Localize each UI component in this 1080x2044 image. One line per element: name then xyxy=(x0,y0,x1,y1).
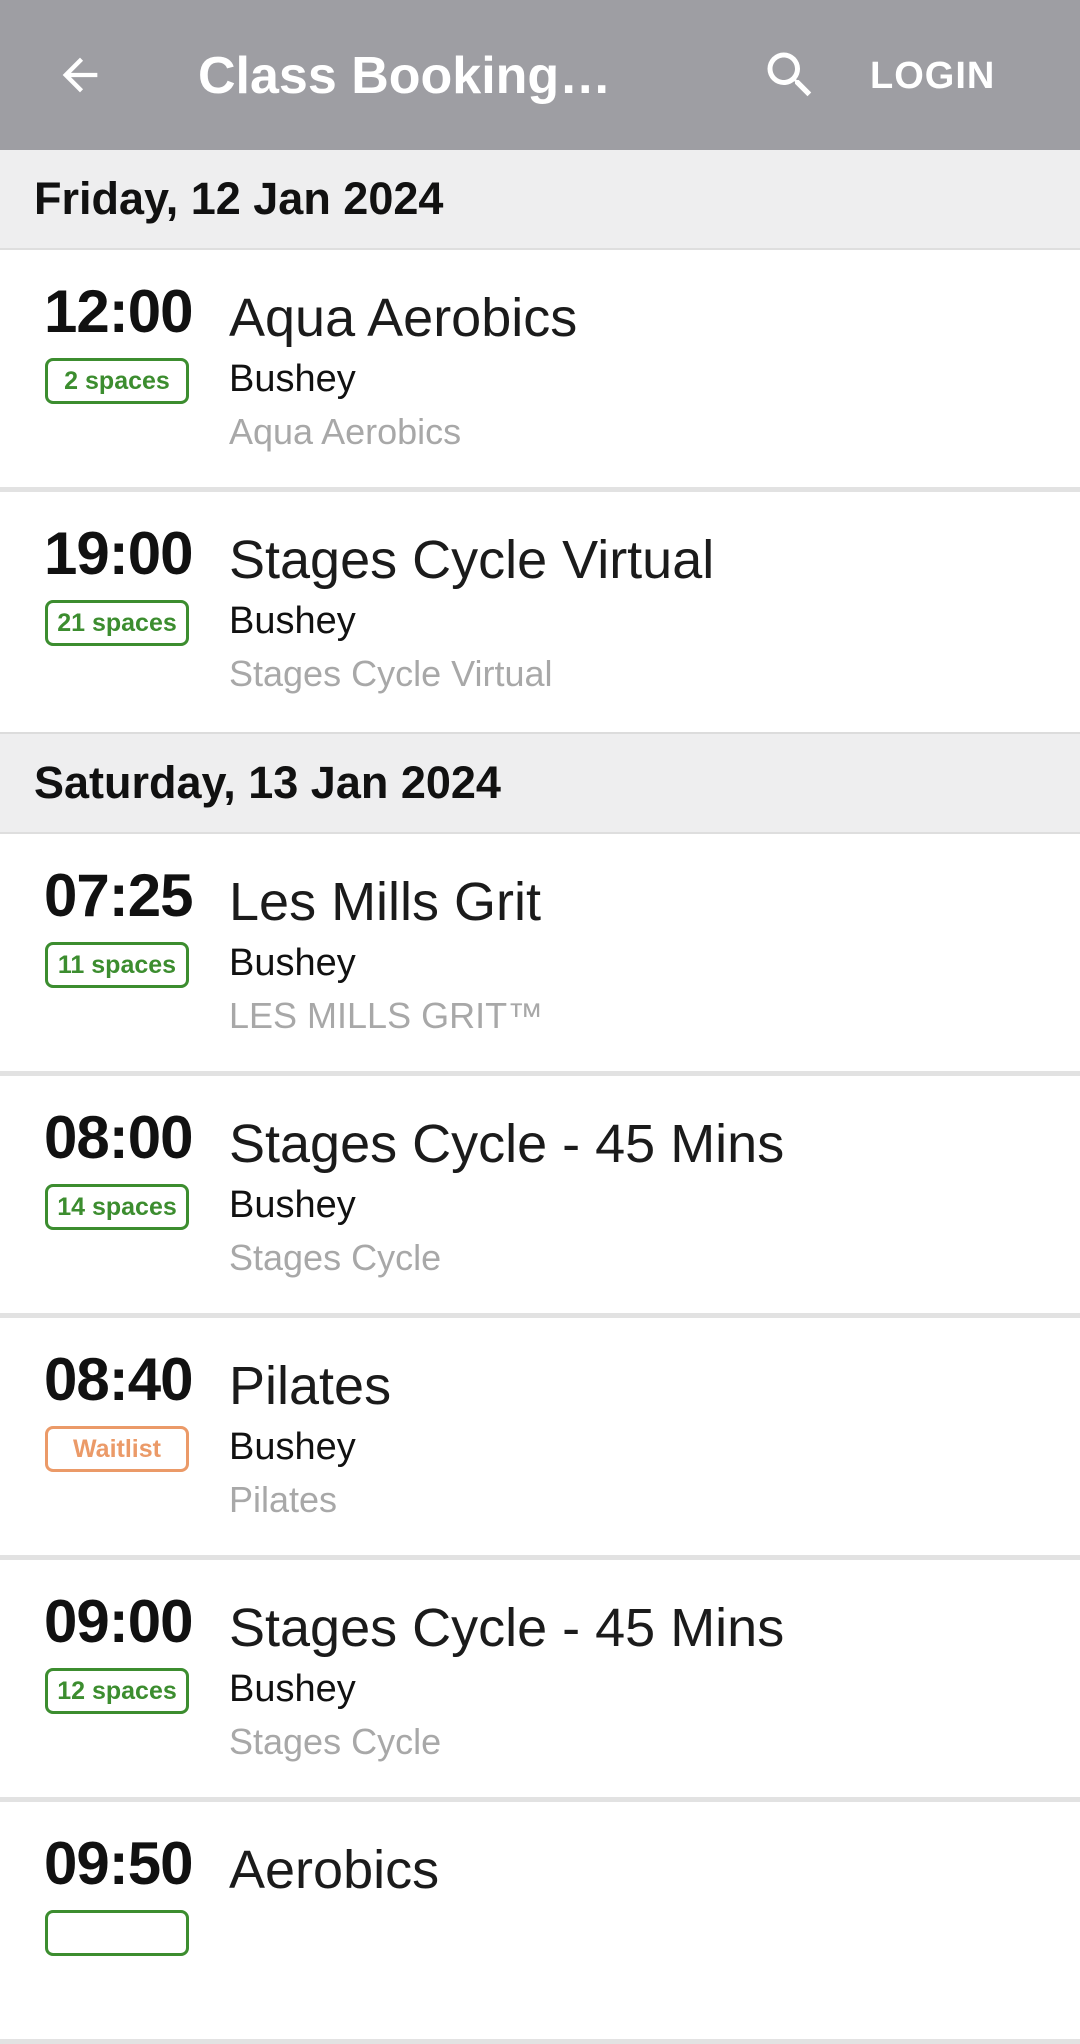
class-name: Aqua Aerobics xyxy=(229,288,578,348)
class-location: Bushey xyxy=(229,1184,356,1226)
class-category: Stages Cycle Virtual xyxy=(229,653,553,694)
class-item[interactable]: 08:40 Waitlist Pilates Bushey Pilates xyxy=(0,1318,1080,1560)
search-button[interactable] xyxy=(755,40,825,110)
day-header: Friday, 12 Jan 2024 xyxy=(0,150,1080,250)
spaces-badge: 21 spaces xyxy=(45,600,189,646)
class-category: Pilates xyxy=(229,1479,338,1520)
class-category: Stages Cycle xyxy=(229,1721,442,1762)
class-name: Pilates xyxy=(229,1356,392,1416)
class-item[interactable]: 12:00 2 spaces Aqua Aerobics Bushey Aqua… xyxy=(0,250,1080,492)
arrow-left-icon xyxy=(62,57,98,93)
class-list: Friday, 12 Jan 2024 12:00 2 spaces Aqua … xyxy=(0,150,1080,2044)
spaces-badge: 11 spaces xyxy=(45,942,189,988)
spaces-badge xyxy=(45,1910,189,1956)
class-name: Les Mills Grit xyxy=(229,872,542,932)
class-category: LES MILLS GRIT™ xyxy=(229,995,544,1036)
class-name: Stages Cycle Virtual xyxy=(229,530,715,590)
spaces-badge: 12 spaces xyxy=(45,1668,189,1714)
class-location: Bushey xyxy=(229,942,356,984)
waitlist-badge: Waitlist xyxy=(45,1426,189,1472)
class-name: Stages Cycle - 45 Mins xyxy=(229,1114,785,1174)
class-location: Bushey xyxy=(229,1426,356,1468)
class-name: Stages Cycle - 45 Mins xyxy=(229,1598,785,1658)
back-button[interactable] xyxy=(48,43,112,107)
class-time: 09:00 xyxy=(44,1588,193,1655)
spaces-badge: 14 spaces xyxy=(45,1184,189,1230)
class-location: Bushey xyxy=(229,358,356,400)
class-name: Aerobics xyxy=(229,1840,440,1900)
class-location: Bushey xyxy=(229,1668,356,1710)
spaces-badge: 2 spaces xyxy=(45,358,189,404)
login-button[interactable]: LOGIN xyxy=(870,44,995,108)
class-item[interactable]: 07:25 11 spaces Les Mills Grit Bushey LE… xyxy=(0,834,1080,1076)
class-time: 08:40 xyxy=(44,1346,193,1413)
class-time: 19:00 xyxy=(44,520,193,587)
class-item[interactable]: 09:00 12 spaces Stages Cycle - 45 Mins B… xyxy=(0,1560,1080,1802)
class-category: Aqua Aerobics xyxy=(229,411,462,452)
page-title: Class Bookings… xyxy=(198,47,628,105)
class-time: 09:50 xyxy=(44,1830,193,1897)
class-time: 08:00 xyxy=(44,1104,193,1171)
class-item[interactable]: 19:00 21 spaces Stages Cycle Virtual Bus… xyxy=(0,492,1080,734)
class-time: 07:25 xyxy=(44,862,193,929)
class-location: Bushey xyxy=(229,600,356,642)
class-category: Stages Cycle xyxy=(229,1237,442,1278)
day-header: Saturday, 13 Jan 2024 xyxy=(0,734,1080,834)
class-item[interactable]: 09:50 Aerobics xyxy=(0,1802,1080,2044)
app-bar: Class Bookings… LOGIN xyxy=(0,0,1080,150)
search-icon xyxy=(767,52,812,97)
class-time: 12:00 xyxy=(44,278,193,345)
class-item[interactable]: 08:00 14 spaces Stages Cycle - 45 Mins B… xyxy=(0,1076,1080,1318)
